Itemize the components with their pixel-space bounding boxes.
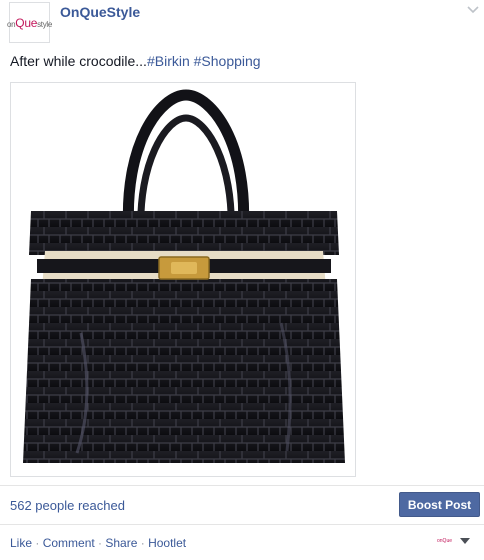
divider (0, 524, 484, 525)
post-message: After while crocodile...#Birkin #Shoppin… (10, 53, 261, 69)
caret-down-icon[interactable] (460, 538, 470, 545)
reach-count[interactable]: 562 people reached (10, 498, 125, 513)
post-actions: Like · Comment · Share · Hootlet (10, 536, 186, 550)
post-message-text: After while crocodile... (10, 53, 147, 69)
hootlet-link[interactable]: Hootlet (148, 536, 186, 550)
action-separator: · (32, 536, 43, 550)
page-mini-logo: onQue (437, 538, 453, 544)
feed-post: onQuestyle OnQueStyle After while crocod… (0, 0, 484, 560)
page-name-link[interactable]: OnQueStyle (60, 4, 140, 20)
page-avatar[interactable]: onQuestyle (6, 2, 53, 43)
avatar-logo: onQuestyle (6, 15, 53, 30)
hashtag-shopping[interactable]: #Shopping (190, 53, 261, 69)
hashtag-birkin[interactable]: #Birkin (147, 53, 190, 69)
action-separator: · (137, 536, 149, 550)
action-separator: · (94, 536, 106, 550)
post-photo[interactable] (10, 82, 356, 477)
share-link[interactable]: Share (105, 536, 137, 550)
boost-post-button[interactable]: Boost Post (399, 492, 480, 517)
comment-link[interactable]: Comment (43, 536, 95, 550)
like-link[interactable]: Like (10, 536, 32, 550)
divider (0, 485, 484, 486)
handbag-illustration (23, 89, 345, 463)
chevron-down-icon[interactable] (467, 5, 479, 15)
